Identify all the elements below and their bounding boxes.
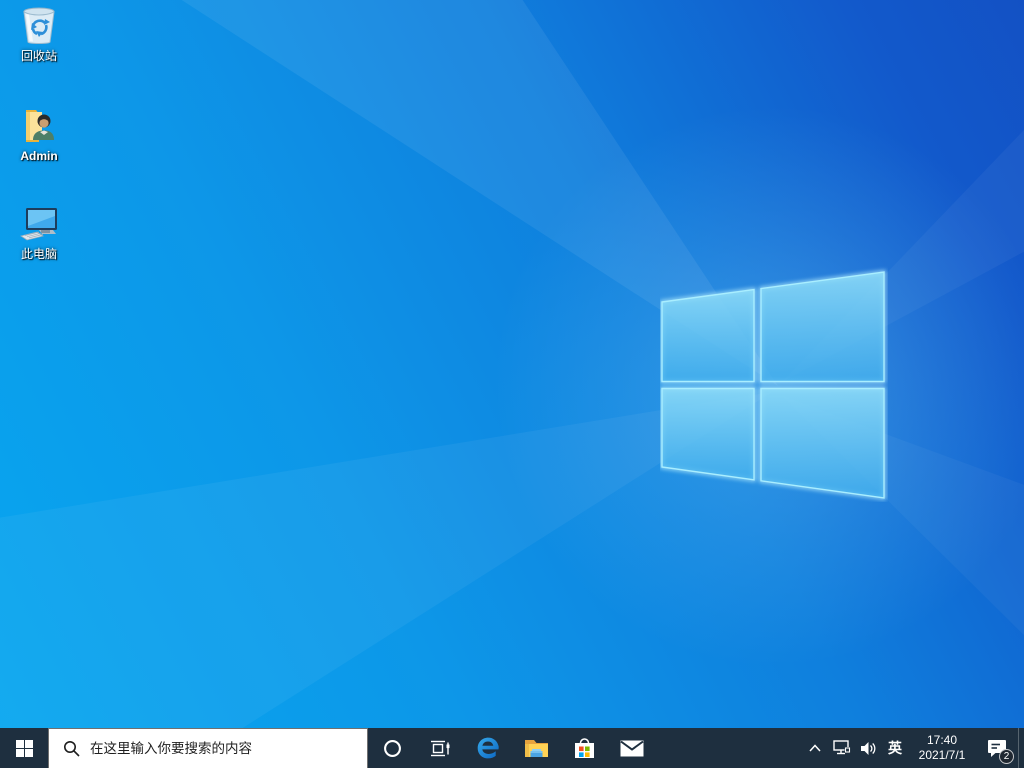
desktop-icon-this-pc[interactable]: 此电脑 bbox=[2, 204, 76, 261]
action-center-button[interactable]: 2 bbox=[976, 728, 1018, 768]
taskbar-app-file-explorer[interactable] bbox=[512, 728, 560, 768]
mail-icon bbox=[620, 740, 644, 756]
network-status-button[interactable] bbox=[828, 728, 855, 768]
task-view-icon bbox=[430, 740, 449, 756]
recycle-bin-icon bbox=[19, 6, 59, 46]
system-tray: 英 17:40 2021/7/1 2 bbox=[802, 728, 1024, 768]
taskbar-app-store[interactable] bbox=[560, 728, 608, 768]
search-icon bbox=[64, 741, 80, 757]
chevron-up-icon bbox=[809, 744, 821, 752]
ime-language-label: 英 bbox=[888, 740, 902, 756]
edge-icon bbox=[477, 737, 499, 759]
search-input[interactable] bbox=[90, 741, 350, 756]
this-pc-icon bbox=[19, 204, 59, 244]
desktop-icon-label: 回收站 bbox=[20, 49, 57, 63]
clock-date: 2021/7/1 bbox=[918, 748, 966, 762]
windows-start-icon bbox=[15, 739, 33, 757]
cortana-icon bbox=[383, 739, 401, 757]
wired-network-icon bbox=[832, 740, 850, 755]
desktop-icon-label: Admin bbox=[20, 149, 58, 163]
windows-logo-wallpaper bbox=[660, 269, 886, 501]
desktop-icon-label: 此电脑 bbox=[20, 247, 57, 261]
volume-button[interactable] bbox=[855, 728, 882, 768]
microsoft-store-icon bbox=[574, 738, 594, 758]
start-button[interactable] bbox=[0, 728, 48, 768]
taskbar-app-cortana[interactable] bbox=[368, 728, 416, 768]
taskbar-app-edge[interactable] bbox=[464, 728, 512, 768]
taskbar-clock[interactable]: 17:40 2021/7/1 bbox=[908, 728, 976, 768]
show-hidden-icons-button[interactable] bbox=[802, 728, 828, 768]
desktop-icon-recycle-bin[interactable]: 回收站 bbox=[2, 6, 76, 63]
windows-desktop: 回收站 Admin 此电脑 在这里输入你要搜索的内容 英 17:40 2021/… bbox=[0, 0, 1024, 768]
taskbar: 英 17:40 2021/7/1 2 bbox=[0, 728, 1024, 768]
clock-time: 17:40 bbox=[926, 733, 958, 747]
taskbar-search[interactable] bbox=[48, 728, 368, 768]
desktop-wallpaper bbox=[0, 0, 1024, 768]
notification-badge: 2 bbox=[999, 749, 1014, 764]
taskbar-app-task-view[interactable] bbox=[416, 728, 464, 768]
speaker-volume-icon bbox=[861, 741, 876, 755]
taskbar-app-mail[interactable] bbox=[608, 728, 656, 768]
file-explorer-icon bbox=[524, 739, 548, 757]
ime-language-indicator[interactable]: 英 bbox=[882, 728, 908, 768]
desktop-icon-admin-folder[interactable]: Admin bbox=[2, 106, 76, 163]
show-desktop-button[interactable] bbox=[1018, 728, 1024, 768]
user-folder-icon bbox=[19, 106, 59, 146]
